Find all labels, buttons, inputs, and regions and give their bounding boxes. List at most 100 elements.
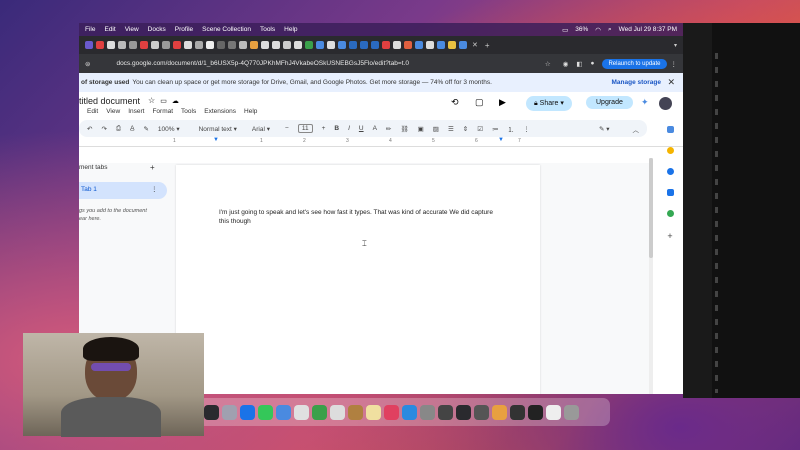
tab-favicon[interactable] [151,41,159,49]
relaunch-button[interactable]: Relaunch to update [602,58,667,69]
finder-icon[interactable] [204,404,219,420]
bookmark-star-icon[interactable]: ☆ [545,60,551,68]
tab-favicon[interactable] [173,41,181,49]
maps-icon[interactable] [666,210,674,217]
tasks-icon[interactable] [666,168,674,175]
tab-favicon[interactable] [349,41,357,49]
tab-favicon[interactable] [228,41,236,49]
comment-icon[interactable]: ▢ [475,97,484,108]
chevron-down-icon[interactable]: ▾ [674,42,677,49]
tab-favicon[interactable] [96,41,104,49]
document-tab-item[interactable]: Tab 1 ⋮ [79,182,167,199]
tab-favicon[interactable] [129,41,137,49]
menu-help[interactable]: Help [284,26,297,33]
music-icon[interactable] [384,404,399,420]
photos-icon[interactable] [294,404,309,420]
trash-icon[interactable] [564,404,579,420]
extension-icon[interactable]: ◧ [576,60,582,68]
line-spacing-icon[interactable]: ⇕ [463,125,468,133]
doc-menu-tools[interactable]: Tools [181,108,196,115]
tab-favicon[interactable] [239,41,247,49]
bold-icon[interactable]: B [334,125,339,132]
history-icon[interactable]: ⟲ [451,97,459,108]
launchpad-icon[interactable] [222,404,237,420]
extension-icon[interactable]: ◉ [563,60,569,68]
tab-favicon[interactable] [294,41,302,49]
editing-mode-icon[interactable]: ✎ ▾ [599,125,610,133]
menu-view[interactable]: View [125,26,139,33]
upgrade-button[interactable]: Upgrade [586,96,633,109]
obs-icon[interactable] [528,404,543,420]
close-tab-icon[interactable]: ✕ [472,41,478,49]
mail-icon[interactable] [276,404,291,420]
messages-icon[interactable] [258,404,273,420]
image-icon[interactable]: ▨ [433,125,439,133]
new-tab-icon[interactable]: + [485,41,490,50]
terminal-icon[interactable] [456,404,471,420]
scrollbar[interactable] [649,158,653,394]
calendar-icon[interactable] [330,404,345,420]
doc-menu-view[interactable]: View [106,108,120,115]
tab-favicon[interactable] [283,41,291,49]
doc-title[interactable]: titled document [79,96,140,106]
tab-favicon[interactable] [393,41,401,49]
app-store-icon[interactable] [402,404,417,420]
meet-icon[interactable]: ▶ [499,97,506,108]
tab-favicon[interactable] [184,41,192,49]
print-icon[interactable]: ⎙ [116,125,121,133]
tab-favicon[interactable] [118,41,126,49]
add-addon-icon[interactable]: + [667,231,672,241]
document-body-text[interactable]: I'm just going to speak and let's see ho… [219,208,509,226]
tab-favicon[interactable] [272,41,280,49]
tab-favicon[interactable] [195,41,203,49]
chevron-up-icon[interactable]: ︿ [633,124,640,134]
indent-marker-icon[interactable]: ▼ [498,137,504,143]
avatar[interactable] [659,97,672,110]
tab-favicon[interactable] [338,41,346,49]
doc-menu-edit[interactable]: Edit [87,108,98,115]
tab-favicon[interactable] [162,41,170,49]
tab-favicon[interactable] [327,41,335,49]
chrome-icon[interactable] [492,404,507,420]
redo-icon[interactable]: ↷ [101,125,106,133]
highlight-icon[interactable]: ✏ [386,125,391,133]
site-info-icon[interactable]: ⊜ [85,60,90,68]
style-select[interactable]: Normal text ▾ [199,125,237,133]
increase-font-icon[interactable]: + [322,125,326,132]
paint-format-icon[interactable]: ✎ [143,125,148,133]
menu-scene-collection[interactable]: Scene Collection [202,26,251,33]
menu-docks[interactable]: Docks [148,26,166,33]
close-icon[interactable]: ✕ [667,77,675,88]
decrease-font-icon[interactable]: − [285,125,289,132]
spellcheck-icon[interactable]: A̲ [130,125,134,132]
keep-icon[interactable] [666,147,674,154]
app-icon[interactable] [474,404,489,420]
tab-favicon[interactable] [217,41,225,49]
battery-icon[interactable]: ▭ [562,26,568,34]
tab-favicon[interactable] [316,41,324,49]
menu-file[interactable]: File [85,26,95,33]
tab-favicon[interactable] [426,41,434,49]
tab-favicon[interactable] [206,41,214,49]
star-icon[interactable]: ☆ [148,96,155,105]
contacts-icon[interactable] [348,404,363,420]
gemini-icon[interactable]: ✦ [641,97,649,108]
indent-marker-icon[interactable]: ▼ [213,137,219,143]
active-tab-favicon[interactable] [459,41,467,49]
numbered-list-icon[interactable]: ⒈ [508,124,515,134]
more-icon[interactable]: ⋮ [671,60,678,68]
settings-icon[interactable] [420,404,435,420]
tab-favicon[interactable] [371,41,379,49]
underline-icon[interactable]: U [359,125,364,132]
wifi-icon[interactable]: ◠ [595,26,601,34]
tab-options-icon[interactable]: ⋮ [151,185,158,193]
tab-favicon[interactable] [382,41,390,49]
tab-favicon[interactable] [261,41,269,49]
italic-icon[interactable]: I [348,125,350,132]
facetime-icon[interactable] [312,404,327,420]
manage-storage-link[interactable]: Manage storage [612,79,662,86]
font-size-input[interactable]: 11 [297,124,313,133]
doc-menu-help[interactable]: Help [244,108,257,115]
tab-favicon[interactable] [415,41,423,49]
tab-favicon[interactable] [448,41,456,49]
